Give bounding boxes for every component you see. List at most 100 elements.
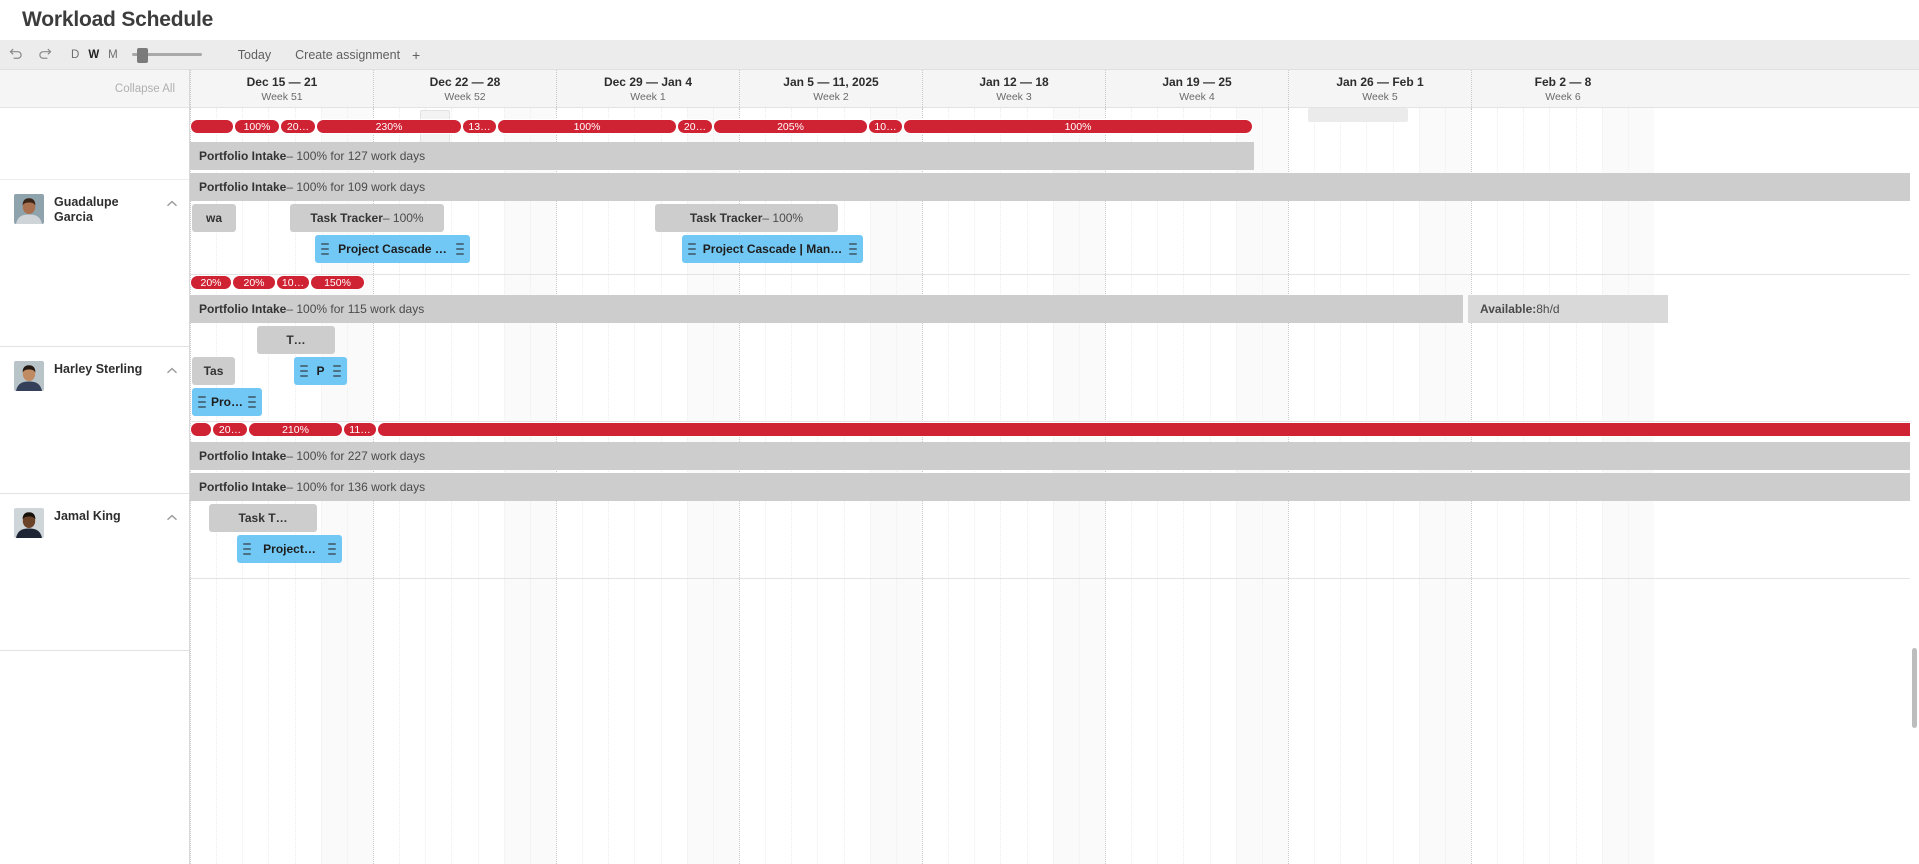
allocation-badge[interactable]: 20% xyxy=(190,275,232,290)
resize-handle-icon[interactable] xyxy=(333,365,341,377)
project-bar[interactable]: P xyxy=(294,357,347,385)
portfolio-intake-bar[interactable]: Portfolio Intake – 100% for 136 work day… xyxy=(190,473,1919,501)
bar-detail: – 100% xyxy=(762,211,804,225)
task-bar[interactable]: Task Tracker – 100% xyxy=(290,204,444,232)
zoom-level-month[interactable]: M xyxy=(108,49,118,61)
resize-handle-icon[interactable] xyxy=(456,243,464,255)
timeline-body[interactable]: 100% 20… 230% 13… 100% 20… 205% 10… 100% Portfoli… xyxy=(190,108,1919,864)
chevron-up-icon[interactable] xyxy=(165,511,179,525)
project-bar[interactable]: Project Cascade … xyxy=(315,235,470,263)
bar-detail: – 100% xyxy=(382,211,424,225)
portfolio-intake-bar[interactable]: Portfolio Intake – 100% for 109 work day… xyxy=(190,173,1919,201)
chevron-up-icon[interactable] xyxy=(165,364,179,378)
zoom-slider[interactable] xyxy=(131,40,202,70)
allocation-badge[interactable]: 100% xyxy=(903,119,1253,134)
today-button[interactable]: Today xyxy=(226,48,283,62)
scrollbar-thumb[interactable] xyxy=(1912,648,1917,728)
resize-handle-icon[interactable] xyxy=(849,243,857,255)
allocation-badge[interactable]: 100% xyxy=(497,119,677,134)
bar-detail: – 100% for 227 work days xyxy=(286,449,426,463)
zoom-slider-handle[interactable] xyxy=(136,47,148,63)
allocation-badge[interactable]: 11… xyxy=(343,422,377,437)
timeline-range-label: Dec 15 — 21 xyxy=(246,74,318,89)
drag-handle-icon[interactable] xyxy=(198,396,206,408)
drag-handle-icon[interactable] xyxy=(243,543,251,555)
collapse-all-button[interactable]: Collapse All xyxy=(0,70,189,108)
allocation-badge[interactable]: 20% xyxy=(232,275,276,290)
avatar-harley-sterling xyxy=(14,361,44,391)
row-separator xyxy=(190,578,1919,579)
allocation-badge[interactable]: 210% xyxy=(248,422,343,437)
allocation-badge[interactable]: 10… xyxy=(868,119,903,134)
portfolio-intake-bar[interactable]: Portfolio Intake – 100% for 227 work day… xyxy=(190,442,1919,470)
timeline-column-header: Dec 22 — 28 Week 52 xyxy=(373,70,556,107)
allocation-badge[interactable] xyxy=(377,422,1919,437)
vertical-scrollbar[interactable] xyxy=(1910,108,1919,864)
allocation-badge[interactable]: 10… xyxy=(276,275,310,290)
resource-row[interactable]: Harley Sterling xyxy=(0,347,189,494)
timeline-range-label: Dec 29 — Jan 4 xyxy=(603,74,693,89)
timeline-column-header: Jan 26 — Feb 1 Week 5 xyxy=(1288,70,1471,107)
drag-handle-icon[interactable] xyxy=(688,243,696,255)
zoom-level-day[interactable]: D xyxy=(71,49,79,61)
bar-title: Tas xyxy=(203,364,224,378)
redo-icon[interactable] xyxy=(30,40,60,70)
allocation-badge[interactable]: 20… xyxy=(212,422,248,437)
project-bar[interactable]: Pro… xyxy=(192,388,262,416)
availability-label: Available: 8h/d xyxy=(1468,295,1668,323)
allocation-badge[interactable]: 230% xyxy=(316,119,462,134)
project-bar-label: Project… xyxy=(263,542,316,556)
resource-pane: Collapse All Guadalupe Garcia Harley Ste… xyxy=(0,70,190,864)
timeline-range-label: Jan 5 — 11, 2025 xyxy=(783,74,879,89)
timeline-week-label: Week 6 xyxy=(1545,90,1581,103)
resource-name: Harley Sterling xyxy=(54,362,143,376)
resource-row[interactable]: Jamal King xyxy=(0,494,189,651)
task-bar[interactable]: T… xyxy=(257,326,335,354)
allocation-badge[interactable]: 150% xyxy=(310,275,365,290)
timeline-pane: Dec 15 — 21 Week 51 Dec 22 — 28 Week 52 De… xyxy=(190,70,1919,864)
task-bar[interactable]: Task T… xyxy=(209,504,317,532)
allocation-badge[interactable]: 205% xyxy=(713,119,868,134)
timeline-week-label: Week 4 xyxy=(1179,90,1215,103)
drag-ghost-bar-secondary[interactable] xyxy=(1308,108,1408,122)
zoom-level-week[interactable]: W xyxy=(88,49,99,61)
add-icon[interactable]: + xyxy=(412,47,430,63)
resource-row[interactable]: Guadalupe Garcia xyxy=(0,180,189,347)
timeline-column-header: Jan 12 — 18 Week 3 xyxy=(922,70,1105,107)
bar-title: Portfolio Intake xyxy=(199,180,287,194)
create-assignment-button[interactable]: Create assignment xyxy=(283,48,412,62)
task-bar[interactable]: Task Tracker – 100% xyxy=(655,204,838,232)
resize-handle-icon[interactable] xyxy=(328,543,336,555)
avatar-jamal-king xyxy=(14,508,44,538)
portfolio-intake-bar[interactable]: Portfolio Intake – 100% for 127 work day… xyxy=(190,142,1254,170)
project-bar[interactable]: Project… xyxy=(237,535,342,563)
allocation-badge[interactable] xyxy=(190,422,212,437)
timeline-range-label: Jan 26 — Feb 1 xyxy=(1336,74,1424,89)
bar-title: Portfolio Intake xyxy=(199,302,287,316)
allocation-badge[interactable]: 100% xyxy=(234,119,280,134)
timeline-week-label: Week 51 xyxy=(261,90,303,103)
project-bar-label: Pro… xyxy=(211,395,244,409)
allocation-badge[interactable]: 20… xyxy=(280,119,316,134)
allocation-badge[interactable]: 13… xyxy=(462,119,497,134)
avatar-guadalupe-garcia xyxy=(14,194,44,224)
resource-header: Harley Sterling xyxy=(0,361,189,391)
drag-handle-icon[interactable] xyxy=(321,243,329,255)
timeline-column-header: Dec 29 — Jan 4 Week 1 xyxy=(556,70,739,107)
allocation-badge[interactable]: 20… xyxy=(677,119,713,134)
task-bar[interactable]: wa xyxy=(192,204,236,232)
undo-icon[interactable] xyxy=(0,40,30,70)
bar-detail: – 100% for 127 work days xyxy=(286,149,426,163)
chevron-up-icon[interactable] xyxy=(165,197,179,211)
portfolio-intake-bar[interactable]: Portfolio Intake – 100% for 115 work day… xyxy=(190,295,1463,323)
resource-name: Guadalupe Garcia xyxy=(54,195,119,224)
resize-handle-icon[interactable] xyxy=(248,396,256,408)
resource-list: Guadalupe Garcia Harley Sterling Jamal K… xyxy=(0,180,189,651)
task-bar[interactable]: Tas xyxy=(192,357,235,385)
bar-title: Portfolio Intake xyxy=(199,149,287,163)
page-title: Workload Schedule xyxy=(22,8,214,31)
drag-handle-icon[interactable] xyxy=(300,365,308,377)
bar-detail: 8h/d xyxy=(1536,302,1560,316)
allocation-badge[interactable] xyxy=(190,119,234,134)
project-bar[interactable]: Project Cascade | Man… xyxy=(682,235,863,263)
